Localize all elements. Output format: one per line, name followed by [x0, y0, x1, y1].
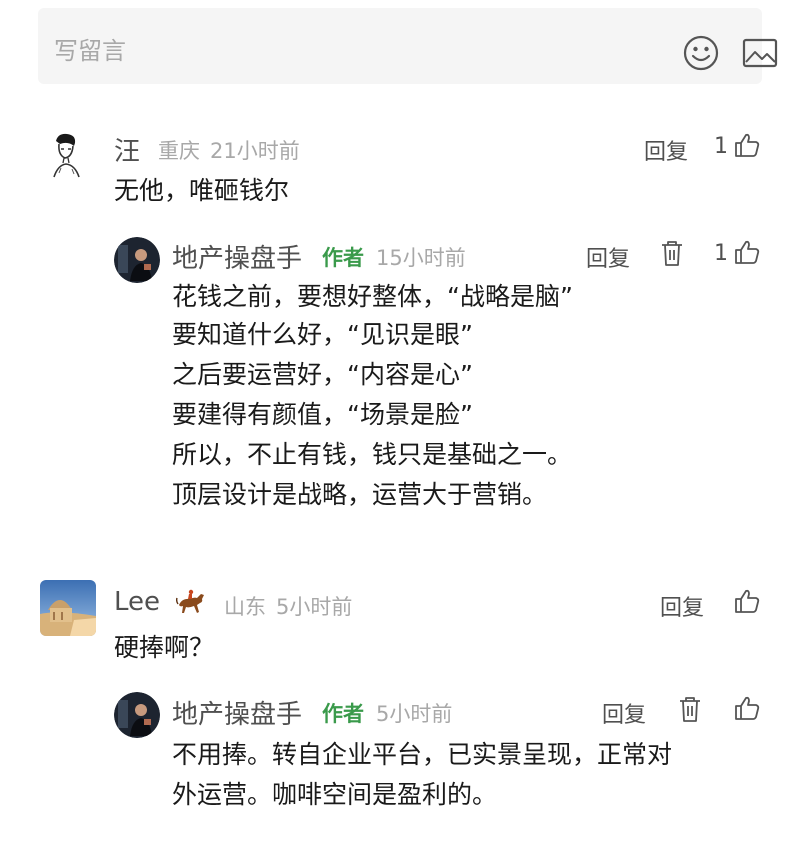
author-badge: 作者	[322, 702, 364, 726]
comment-user-name[interactable]: 汪	[114, 131, 140, 168]
reply-time: 5小时前	[376, 702, 453, 726]
comment-user-name[interactable]: Lee	[114, 587, 160, 617]
comment-text: 硬捧啊？	[114, 633, 215, 662]
author-avatar[interactable]	[114, 692, 160, 738]
image-icon[interactable]	[742, 38, 778, 68]
reply-text-line: 花钱之前，要想好整体，“战略是脑”	[172, 282, 573, 311]
avatar[interactable]	[40, 580, 96, 636]
reply-button[interactable]: 回复	[586, 241, 630, 273]
reply-button[interactable]: 回复	[602, 697, 646, 729]
comment-text: 无他，唯砸钱尔	[114, 176, 290, 205]
thumbs-up-icon[interactable]	[734, 695, 760, 721]
comment-location: 山东	[224, 595, 266, 619]
reply-text-line: 要知道什么好，“见识是眼”	[172, 320, 473, 349]
reply-user-name[interactable]: 地产操盘手	[172, 238, 302, 275]
reply-button[interactable]: 回复	[660, 590, 704, 622]
thumbs-up-icon[interactable]	[734, 132, 760, 158]
reply-text-line: 外运营。咖啡空间是盈利的。	[172, 780, 498, 809]
emoji-smile-icon[interactable]	[683, 35, 719, 71]
reply-text-line: 要建得有颜值，“场景是脸”	[172, 400, 473, 429]
author-avatar[interactable]	[114, 237, 160, 283]
comment-location: 重庆	[158, 139, 200, 163]
compose-placeholder: 写留言	[54, 37, 126, 65]
reply-button[interactable]: 回复	[644, 134, 688, 166]
like-count: 1	[714, 241, 728, 266]
reply-text-line: 之后要运营好，“内容是心”	[172, 360, 473, 389]
reply-text-line: 顶层设计是战略，运营大于营销。	[172, 480, 548, 509]
horse-rider-badge-icon	[176, 589, 204, 613]
avatar[interactable]	[50, 131, 82, 179]
reply-text-line: 不用捧。转自企业平台，已实景呈现，正常对	[172, 740, 673, 769]
like-count: 1	[714, 134, 728, 159]
comment-time: 5小时前	[276, 595, 353, 619]
thumbs-up-icon[interactable]	[734, 588, 760, 614]
thumbs-up-icon[interactable]	[734, 239, 760, 265]
reply-text-line: 所以，不止有钱，钱只是基础之一。	[172, 440, 573, 469]
reply-user-name[interactable]: 地产操盘手	[172, 694, 302, 731]
comment-time: 21小时前	[210, 139, 300, 163]
reply-time: 15小时前	[376, 246, 466, 270]
author-badge: 作者	[322, 246, 364, 270]
trash-icon[interactable]	[678, 695, 702, 723]
comment-compose-bar[interactable]: 写留言	[38, 8, 778, 84]
trash-icon[interactable]	[660, 239, 684, 267]
